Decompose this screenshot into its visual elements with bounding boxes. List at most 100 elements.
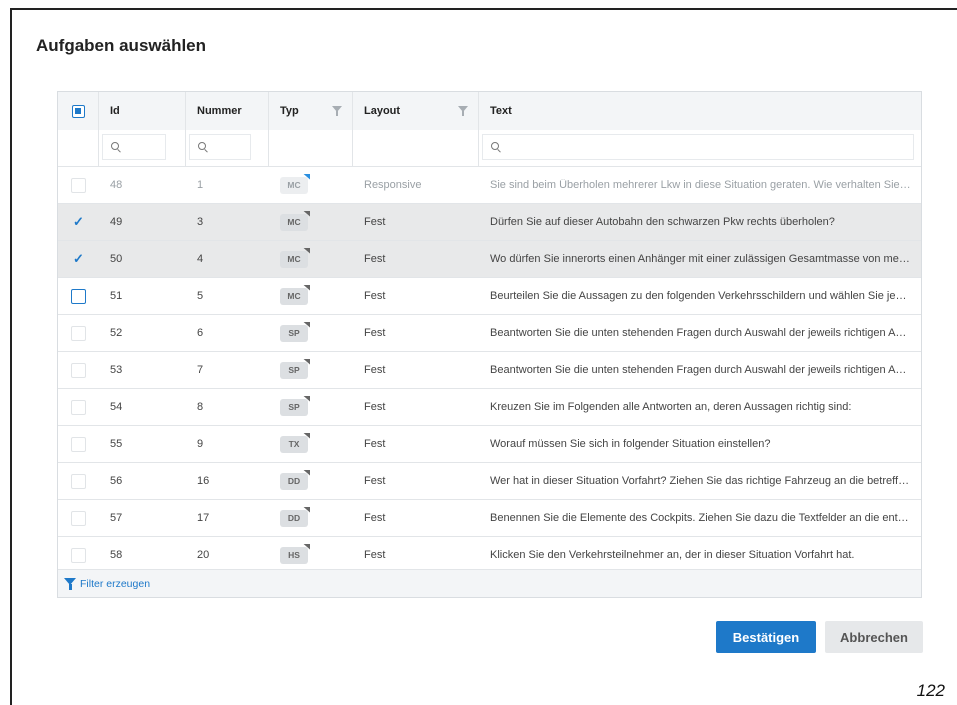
cell-text: Kreuzen Sie im Folgenden alle Antworten …: [479, 389, 921, 425]
nummer-search-input[interactable]: [189, 134, 251, 160]
cell-layout: Responsive: [364, 179, 422, 191]
select-all-cell[interactable]: [58, 92, 99, 130]
row-checkbox[interactable]: [71, 362, 86, 378]
column-header-typ[interactable]: Typ: [269, 92, 353, 130]
cell-typ: MC: [269, 278, 353, 314]
cell-text-value: Wo dürfen Sie innerorts einen Anhänger m…: [490, 253, 921, 265]
type-badge: SP: [280, 395, 310, 416]
row-select-cell[interactable]: [58, 278, 99, 314]
cell-layout: Fest: [364, 327, 386, 339]
column-header-layout-label: Layout: [364, 105, 401, 117]
cell-text: Wo dürfen Sie innerorts einen Anhänger m…: [479, 241, 921, 277]
row-select-cell[interactable]: [58, 500, 99, 536]
cell-layout: Fest: [364, 401, 386, 413]
type-badge: MC: [280, 247, 310, 268]
type-badge: TX: [280, 432, 310, 453]
type-badge: DD: [280, 506, 310, 527]
cell-id: 52: [110, 327, 123, 339]
type-badge: MC: [280, 173, 310, 194]
table-row[interactable]: 57 17 DD Fest Benennen Sie die Elemente des …: [58, 500, 921, 537]
badge-corner-icon: [303, 543, 310, 550]
row-select-cell[interactable]: [58, 352, 99, 388]
cell-text: Beantworten Sie die unten stehenden Frag…: [479, 352, 921, 388]
table-row[interactable]: 54 8 SP Fest Kreuzen Sie im Folgenden alle A…: [58, 389, 921, 426]
cell-layout: Fest: [364, 438, 386, 450]
row-select-cell[interactable]: [58, 389, 99, 425]
filter-icon[interactable]: [332, 106, 342, 116]
row-select-cell[interactable]: [58, 463, 99, 499]
cell-text-value: Beantworten Sie die unten stehenden Frag…: [490, 327, 921, 339]
filter-cell-text: [479, 130, 921, 166]
filter-icon[interactable]: [458, 106, 468, 116]
type-badge: MC: [280, 210, 310, 231]
filter-icon[interactable]: [64, 578, 76, 590]
grid-header: Id Nummer Typ Layout Text: [58, 92, 921, 131]
checkmark-icon[interactable]: ✓: [73, 251, 84, 267]
filter-cell-empty: [58, 130, 99, 166]
column-header-text[interactable]: Text: [479, 92, 921, 130]
row-checkbox[interactable]: [71, 547, 86, 563]
type-badge: HS: [280, 543, 310, 564]
row-checkbox[interactable]: [71, 436, 86, 452]
row-select-cell[interactable]: [58, 426, 99, 462]
filter-cell-typ: [269, 130, 353, 166]
cell-text-value: Sie sind beim Überholen mehrerer Lkw in …: [490, 179, 921, 191]
table-row[interactable]: 55 9 TX Fest Worauf müssen Sie sich in folge…: [58, 426, 921, 463]
cell-text-value: Dürfen Sie auf dieser Autobahn den schwa…: [490, 216, 835, 228]
cell-typ: SP: [269, 352, 353, 388]
table-row[interactable]: ✓ 49 3 MC Fest Dürfen Sie auf dieser Autobahn…: [58, 204, 921, 241]
task-grid: Id Nummer Typ Layout Text 48 1 MC Responsiv…: [57, 91, 922, 598]
row-select-cell[interactable]: ✓: [58, 241, 99, 277]
cell-typ: MC: [269, 241, 353, 277]
cancel-button[interactable]: Abbrechen: [825, 621, 923, 653]
column-header-layout[interactable]: Layout: [353, 92, 479, 130]
cell-text: Klicken Sie den Verkehrsteilnehmer an, d…: [479, 537, 921, 569]
row-checkbox[interactable]: [71, 473, 86, 489]
row-select-cell[interactable]: [58, 315, 99, 351]
badge-corner-icon: [303, 247, 310, 254]
text-search-input[interactable]: [482, 134, 914, 160]
select-all-checkbox[interactable]: [71, 104, 85, 118]
confirm-button[interactable]: Bestätigen: [716, 621, 816, 653]
table-row[interactable]: 53 7 SP Fest Beantworten Sie die unten stehe…: [58, 352, 921, 389]
row-checkbox[interactable]: [71, 325, 86, 341]
grid-footer: Filter erzeugen: [58, 569, 921, 597]
badge-corner-icon: [303, 210, 310, 217]
row-checkbox[interactable]: [71, 399, 86, 415]
cell-id: 56: [110, 475, 123, 487]
type-badge-label: SP: [288, 402, 300, 412]
search-icon: [491, 142, 499, 150]
cell-nummer: 8: [197, 401, 204, 413]
cell-typ: HS: [269, 537, 353, 569]
table-row[interactable]: 58 20 HS Fest Klicken Sie den Verkehrsteilne…: [58, 537, 921, 569]
table-row[interactable]: 52 6 SP Fest Beantworten Sie die unten stehe…: [58, 315, 921, 352]
type-badge-label: DD: [287, 476, 301, 486]
row-select-cell[interactable]: [58, 167, 99, 203]
badge-corner-icon: [303, 173, 310, 180]
row-select-cell[interactable]: [58, 537, 99, 569]
id-search-input[interactable]: [102, 134, 166, 160]
create-filter-link[interactable]: Filter erzeugen: [80, 578, 150, 590]
row-checkbox[interactable]: [71, 510, 86, 526]
cell-nummer: 20: [197, 549, 210, 561]
table-row[interactable]: 51 5 MC Fest Beurteilen Sie die Aussagen zu …: [58, 278, 921, 315]
badge-corner-icon: [303, 506, 310, 513]
type-badge: MC: [280, 284, 310, 305]
badge-corner-icon: [303, 284, 310, 291]
cell-typ: TX: [269, 426, 353, 462]
cell-id: 57: [110, 512, 123, 524]
row-select-cell[interactable]: ✓: [58, 204, 99, 240]
table-row[interactable]: 56 16 DD Fest Wer hat in dieser Situation Vo…: [58, 463, 921, 500]
checkmark-icon[interactable]: ✓: [73, 214, 84, 230]
table-row[interactable]: ✓ 50 4 MC Fest Wo dürfen Sie innerorts einen …: [58, 241, 921, 278]
cell-text: Beurteilen Sie die Aussagen zu den folge…: [479, 278, 921, 314]
column-header-nummer[interactable]: Nummer: [186, 92, 269, 130]
type-badge-label: MC: [287, 217, 301, 227]
cell-text-value: Benennen Sie die Elemente des Cockpits. …: [490, 512, 921, 524]
column-header-id[interactable]: Id: [99, 92, 186, 130]
row-checkbox[interactable]: [71, 288, 86, 304]
cell-nummer: 4: [197, 253, 204, 265]
cell-text-value: Wer hat in dieser Situation Vorfahrt? Zi…: [490, 475, 921, 487]
filter-cell-nummer: [186, 130, 269, 166]
cell-text: Worauf müssen Sie sich in folgender Situ…: [479, 426, 921, 462]
